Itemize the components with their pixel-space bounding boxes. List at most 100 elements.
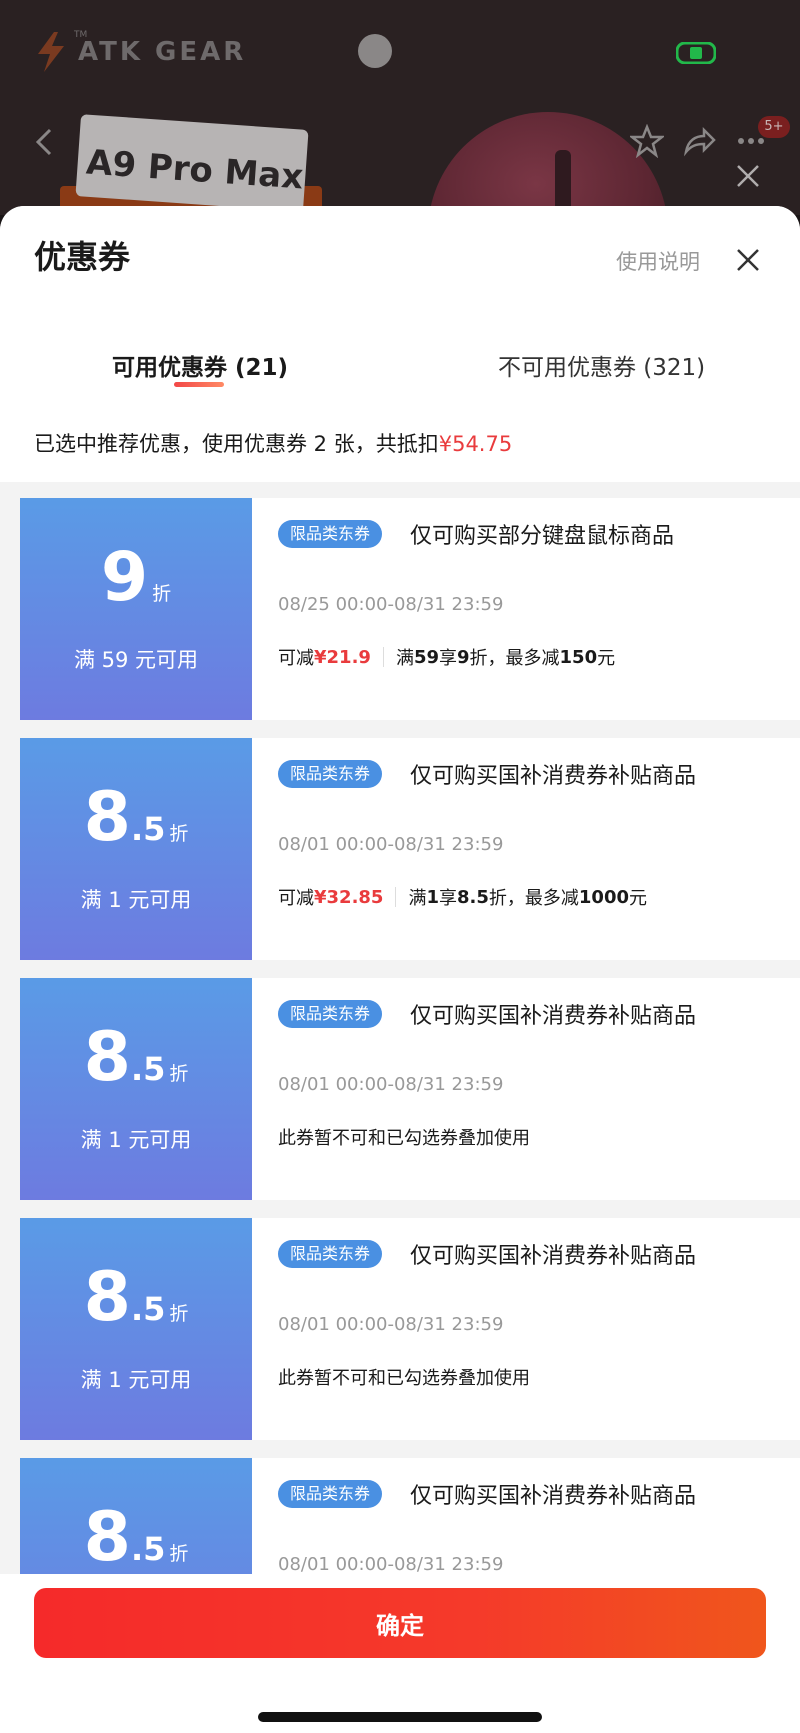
brand-name: ATK GEAR	[78, 37, 247, 67]
active-tab-indicator	[174, 382, 224, 387]
coupon-title: 仅可购买国补消费券补贴商品	[410, 1484, 697, 1509]
coupon-info-panel: 限品类东券 仅可购买国补消费券补贴商品 08/01 00:00-08/31 23…	[252, 1218, 800, 1440]
coupon-threshold: 满 59 元可用	[73, 648, 199, 672]
rule-value: 59	[413, 646, 439, 668]
coupon-info-panel: 限品类东券 仅可购买国补消费券补贴商品 08/01 00:00-08/31 23…	[252, 738, 800, 960]
coupon-info-panel: 限品类东券 仅可购买部分键盘鼠标商品 08/25 00:00-08/31 23:…	[252, 498, 800, 720]
sheet-title: 优惠券	[34, 238, 131, 276]
tab-available-coupons[interactable]: 可用优惠券 (21)	[112, 348, 288, 382]
discount-decimal: .5	[130, 1050, 166, 1088]
product-image-detail	[555, 150, 571, 214]
discount-decimal: .5	[130, 1530, 166, 1568]
coupon-category-tag: 限品类东券	[278, 1480, 383, 1508]
rule-value: 8.5	[457, 886, 489, 908]
rule-value: 9	[457, 646, 470, 668]
rule-value: 1000	[578, 886, 629, 908]
coupon-validity: 08/01 00:00-08/31 23:59	[278, 1554, 504, 1575]
saving-label: 可减	[278, 888, 314, 909]
close-sheet-icon[interactable]	[734, 246, 762, 274]
coupon-validity: 08/01 00:00-08/31 23:59	[278, 1314, 504, 1335]
star-icon[interactable]	[630, 124, 664, 158]
coupon-validity: 08/01 00:00-08/31 23:59	[278, 834, 504, 855]
back-arrow-icon[interactable]	[32, 122, 56, 162]
share-icon[interactable]	[682, 124, 716, 158]
coupon-card[interactable]: 8.5 折 满 1 元可用 限品类东券 仅可购买国补消费券补贴商品 08/01 0…	[14, 738, 800, 960]
coupon-value-panel: 9折 满 59 元可用	[14, 498, 252, 720]
coupon-value-panel: 8.5 折 满 1 元可用	[14, 1218, 252, 1440]
stacking-note-text: 此券暂不可和已勾选券叠加使用	[278, 1128, 530, 1149]
discount-decimal: .5	[130, 1290, 166, 1328]
coupon-threshold: 满 1 元可用	[80, 1368, 192, 1392]
discount-integer: 8	[83, 1258, 131, 1337]
coupon-value-panel: 8.5 折 满 1 元可用	[14, 978, 252, 1200]
coupon-sheet: 优惠券 使用说明 可用优惠券 (21) 不可用优惠券 (321) 已选中推荐优惠…	[0, 206, 800, 1733]
discount-unit: 折	[152, 583, 172, 605]
coupon-value-panel: 8.5 折 满 1 元可用	[14, 738, 252, 960]
coupon-card[interactable]: 8.5 折 满 1 元可用 限品类东券 仅可购买国补消费券补贴商品 08/01 0…	[14, 1218, 800, 1440]
coupon-savings: 可减 ¥21.9 满 59 享 9 折，最多减 150 元	[278, 644, 615, 670]
stacking-note-text: 此券暂不可和已勾选券叠加使用	[278, 1368, 530, 1389]
selection-summary: 已选中推荐优惠，使用优惠券 2 张，共抵扣¥54.75	[34, 428, 512, 458]
rule-text: 享	[439, 888, 457, 909]
rule-text: 满	[395, 648, 414, 669]
close-icon[interactable]	[735, 163, 761, 189]
brand-logo: ATK GEAR	[34, 32, 246, 72]
discount-unit: 折	[169, 1543, 189, 1565]
coupon-threshold: 满 1 元可用	[80, 888, 192, 912]
discount-value: 8.5 折	[20, 1022, 252, 1094]
discount-integer: 9	[100, 538, 149, 617]
rule-text: 元	[629, 888, 647, 909]
discount-value: 9折	[20, 542, 252, 614]
divider	[382, 647, 384, 667]
bottom-action-bar: 确定	[0, 1574, 800, 1733]
coupon-category-tag: 限品类东券	[278, 520, 383, 548]
home-indicator[interactable]	[258, 1712, 542, 1722]
discount-integer: 8	[83, 778, 131, 857]
saving-amount: ¥32.85	[314, 886, 384, 908]
coupon-stacking-note: 此券暂不可和已勾选券叠加使用	[278, 1124, 530, 1150]
coupon-card[interactable]: 9折 满 59 元可用 限品类东券 仅可购买部分键盘鼠标商品 08/25 00:…	[14, 498, 800, 720]
rule-value: 150	[559, 646, 598, 668]
divider	[395, 887, 397, 907]
coupon-card[interactable]: 8.5 折 满 1 元可用 限品类东券 仅可购买国补消费券补贴商品 08/01 0…	[14, 978, 800, 1200]
discount-unit: 折	[169, 823, 189, 845]
discount-unit: 折	[169, 1303, 189, 1325]
coupon-title: 仅可购买国补消费券补贴商品	[410, 764, 697, 789]
discount-decimal: .5	[130, 810, 166, 848]
discount-value: 8.5 折	[20, 1262, 252, 1334]
rule-text: 享	[439, 648, 457, 669]
tab-unavailable-coupons[interactable]: 不可用优惠券 (321)	[498, 348, 705, 382]
rule-text: 满	[408, 888, 427, 909]
camera-notch	[358, 34, 392, 68]
bolt-icon	[38, 32, 64, 72]
usage-help-link[interactable]: 使用说明	[616, 246, 700, 276]
more-badge: 5+	[758, 116, 790, 138]
discount-integer: 8	[83, 1018, 131, 1097]
product-page-background: ATK GEAR TM A9 Pro Max 5+	[0, 0, 800, 215]
coupon-validity: 08/01 00:00-08/31 23:59	[278, 1074, 504, 1095]
saving-amount: ¥21.9	[314, 646, 371, 668]
sheet-header: 优惠券 使用说明 可用优惠券 (21) 不可用优惠券 (321) 已选中推荐优惠…	[0, 206, 800, 482]
discount-integer: 8	[83, 1498, 131, 1577]
rule-text: 元	[597, 648, 616, 669]
trademark-mark: TM	[74, 30, 88, 40]
confirm-button[interactable]: 确定	[34, 1588, 766, 1658]
coupon-category-tag: 限品类东券	[278, 760, 383, 788]
discount-unit: 折	[169, 1063, 189, 1085]
recording-indicator-icon	[676, 42, 716, 64]
rule-text: 折，最多减	[488, 888, 579, 909]
coupon-title: 仅可购买国补消费券补贴商品	[410, 1004, 697, 1029]
coupon-validity: 08/25 00:00-08/31 23:59	[278, 594, 504, 615]
coupon-info-panel: 限品类东券 仅可购买国补消费券补贴商品 08/01 00:00-08/31 23…	[252, 978, 800, 1200]
rule-text: 折，最多减	[469, 648, 560, 669]
coupon-threshold: 满 1 元可用	[80, 1128, 192, 1152]
coupon-savings: 可减 ¥32.85 满 1 享 8.5 折，最多减 1000 元	[278, 884, 647, 910]
coupon-category-tag: 限品类东券	[278, 1240, 383, 1268]
discount-value: 8.5 折	[20, 782, 252, 854]
coupon-stacking-note: 此券暂不可和已勾选券叠加使用	[278, 1364, 530, 1390]
discount-value: 8.5 折	[20, 1502, 252, 1574]
coupon-title: 仅可购买部分键盘鼠标商品	[410, 524, 675, 549]
saving-label: 可减	[278, 648, 314, 669]
summary-amount: ¥54.75	[438, 432, 513, 456]
coupon-category-tag: 限品类东券	[278, 1000, 383, 1028]
